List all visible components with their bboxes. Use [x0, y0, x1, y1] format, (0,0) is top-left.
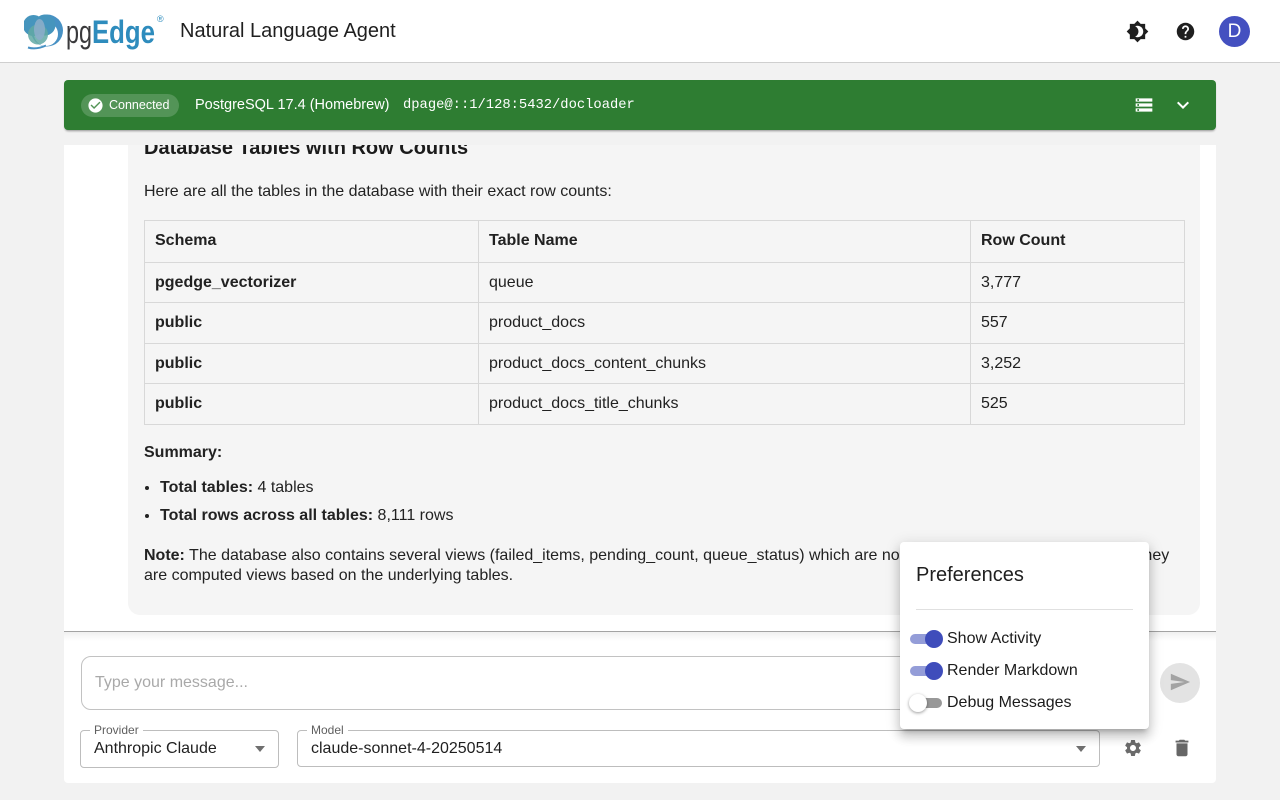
- svg-text:pg: pg: [66, 14, 92, 50]
- svg-text:®: ®: [157, 14, 164, 24]
- svg-text:Edge: Edge: [92, 14, 155, 50]
